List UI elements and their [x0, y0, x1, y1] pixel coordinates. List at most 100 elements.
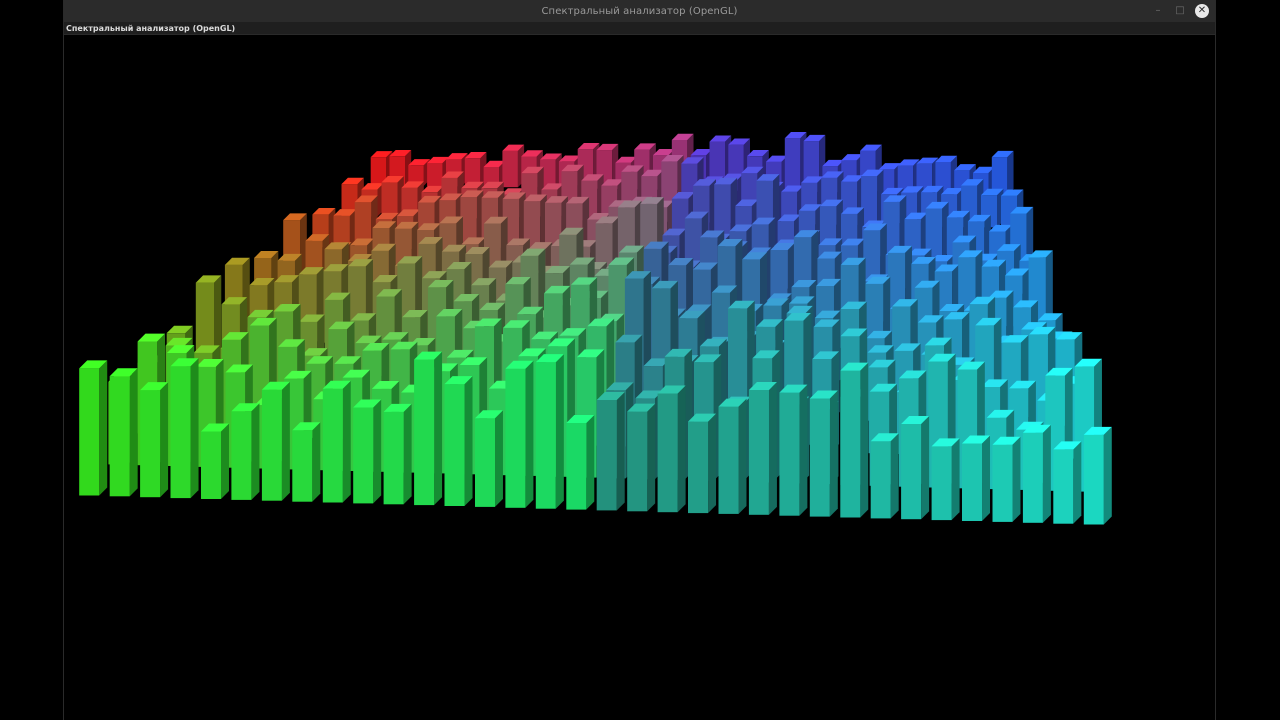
bar-side-face — [1042, 424, 1051, 523]
spectrum-bar — [992, 436, 1021, 522]
spectrum-bar — [502, 144, 525, 188]
bar-side-face — [190, 358, 199, 499]
bar-front-face — [1083, 434, 1104, 525]
opengl-viewport[interactable] — [64, 35, 1215, 720]
bar-front-face — [657, 393, 678, 513]
bar-front-face — [444, 384, 465, 506]
bar-front-face — [931, 446, 952, 521]
spectrum-bar — [505, 360, 534, 508]
bar-side-face — [890, 433, 899, 519]
spectrum-3d-scene[interactable] — [64, 35, 1215, 720]
bar-side-face — [1012, 436, 1021, 522]
bar-side-face — [768, 382, 777, 515]
bar-side-face — [160, 382, 169, 498]
bar-front-face — [322, 388, 343, 503]
bar-side-face — [616, 391, 625, 511]
spectrum-bar — [718, 398, 747, 514]
bar-side-face — [434, 351, 443, 506]
bar-front-face — [79, 368, 100, 496]
bar-side-face — [342, 380, 351, 503]
close-icon[interactable]: ✕ — [1195, 4, 1209, 18]
bar-side-face — [281, 381, 290, 501]
bar-side-face — [464, 376, 473, 507]
spectrum-bar — [464, 152, 487, 187]
bar-side-face — [220, 423, 229, 499]
bar-front-face — [231, 411, 252, 500]
bar-side-face — [312, 422, 321, 502]
bar-side-face — [647, 403, 656, 512]
bar-side-face — [860, 362, 869, 518]
spectrum-bar — [861, 169, 884, 226]
bar-front-face — [809, 398, 830, 517]
spectrum-bar — [809, 390, 838, 517]
minimize-icon[interactable]: – — [1151, 4, 1165, 18]
spectrum-bar — [962, 435, 991, 522]
spectrum-bar — [748, 382, 777, 515]
bar-front-face — [992, 444, 1013, 522]
bar-side-face — [555, 354, 564, 509]
spectrum-bar — [657, 385, 686, 513]
bar-side-face — [951, 438, 960, 521]
bar-front-face — [502, 150, 518, 188]
spectrum-bar — [1053, 441, 1082, 524]
bar-side-face — [251, 403, 260, 500]
bar-front-face — [414, 359, 435, 506]
desktop-background: Спектральный анализатор (OpenGL) – □ ✕ С… — [0, 0, 1280, 720]
bar-front-face — [292, 430, 313, 502]
bar-side-face — [403, 403, 412, 505]
spectrum-bar — [1022, 424, 1051, 523]
spectrum-bar — [200, 423, 229, 499]
bar-front-face — [201, 431, 221, 499]
spectrum-bar — [991, 150, 1014, 195]
bar-front-face — [475, 418, 495, 507]
spectrum-bar — [170, 358, 199, 499]
spectrum-bar — [353, 399, 382, 504]
spectrum-bar — [414, 351, 443, 506]
window-title: Спектральный анализатор (OpenGL) — [541, 5, 738, 17]
window-controls: – □ ✕ — [1151, 3, 1209, 19]
bar-side-face — [799, 384, 808, 516]
spectrum-bar — [535, 354, 564, 509]
bar-front-face — [718, 406, 739, 514]
bar-front-face — [170, 366, 191, 499]
bar-front-face — [381, 182, 398, 217]
bar-side-face — [494, 410, 503, 507]
spectrum-bar — [1083, 426, 1112, 525]
spectrum-bar — [596, 391, 625, 511]
bar-front-face — [427, 163, 443, 186]
bar-front-face — [261, 389, 282, 501]
bar-front-face — [748, 390, 769, 515]
maximize-icon[interactable]: □ — [1173, 4, 1187, 18]
bar-front-face — [140, 390, 161, 498]
spectrum-bar — [566, 414, 595, 510]
spectrum-bar — [779, 384, 808, 516]
bar-side-face — [738, 398, 747, 514]
spectrum-bar — [140, 382, 169, 498]
bar-front-face — [596, 399, 617, 511]
bar-field — [79, 132, 1112, 525]
bar-front-face — [566, 423, 587, 510]
bar-side-face — [99, 360, 108, 496]
spectrum-bar — [474, 410, 503, 507]
spectrum-bar — [79, 360, 108, 496]
window-subtitle: Спектральный анализатор (OpenGL) — [66, 23, 236, 33]
bar-front-face — [109, 376, 130, 497]
bar-side-face — [1007, 150, 1014, 195]
bar-side-face — [708, 413, 717, 514]
spectrum-bar — [292, 422, 321, 502]
window-titlebar[interactable]: Спектральный анализатор (OpenGL) – □ ✕ — [64, 0, 1215, 22]
bar-side-face — [129, 368, 138, 497]
bar-front-face — [505, 368, 526, 508]
bar-front-face — [779, 392, 800, 516]
bar-side-face — [982, 435, 991, 522]
app-window: Спектральный анализатор (OpenGL) – □ ✕ С… — [64, 0, 1215, 720]
spectrum-bar — [688, 413, 717, 514]
bar-front-face — [870, 441, 891, 519]
bar-front-face — [627, 411, 648, 512]
spectrum-bar — [381, 175, 404, 217]
bar-front-face — [1053, 449, 1074, 524]
bar-front-face — [962, 443, 982, 521]
spectrum-bar — [840, 362, 869, 518]
spectrum-bar — [333, 209, 357, 248]
spectrum-bar — [870, 433, 899, 519]
